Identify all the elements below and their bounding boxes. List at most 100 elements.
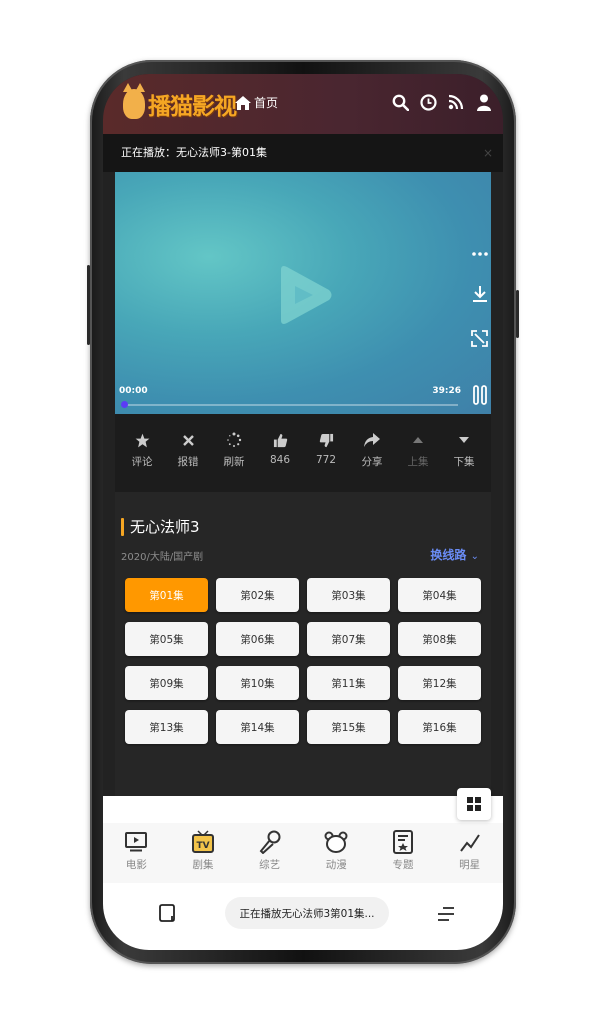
- bottom-nav: 电影 TV 剧集 综艺 动漫 专题 明星: [103, 788, 503, 884]
- episode-button[interactable]: 第07集: [307, 622, 390, 656]
- episode-button[interactable]: 第02集: [216, 578, 299, 612]
- volume-button: [87, 265, 90, 345]
- top-bar: 播猫影视 首页: [103, 74, 503, 134]
- chevron-down-icon: ⌄: [470, 551, 479, 562]
- cat-logo-icon: [123, 83, 145, 119]
- duration: 39:26: [432, 386, 461, 396]
- share-button[interactable]: 分享: [349, 414, 395, 492]
- progress-bar[interactable]: [121, 401, 458, 408]
- browser-bar: 正在播放无心法师3第01集...: [103, 884, 503, 950]
- episode-button[interactable]: 第15集: [307, 710, 390, 744]
- episode-button[interactable]: 第08集: [398, 622, 481, 656]
- refresh-icon: [226, 432, 242, 448]
- nav-label: 剧集: [192, 859, 214, 871]
- svg-text:TV: TV: [196, 841, 209, 851]
- nav-item-topic[interactable]: 专题: [378, 823, 428, 883]
- thumbs-up-icon: [273, 432, 288, 448]
- next-episode-button[interactable]: 下集: [441, 414, 487, 492]
- windows-icon: [467, 797, 481, 811]
- nav-item-variety[interactable]: 综艺: [245, 823, 295, 883]
- episode-button[interactable]: 第11集: [307, 666, 390, 700]
- show-meta: 2020/大陆/国产剧: [121, 552, 204, 563]
- tv-icon: TV: [191, 829, 215, 855]
- now-playing-bar: 正在播放：无心法师3-第01集 ×: [103, 134, 503, 172]
- progress-handle[interactable]: [121, 401, 128, 408]
- episode-button[interactable]: 第16集: [398, 710, 481, 744]
- tabs-icon[interactable]: [159, 904, 177, 926]
- episode-button[interactable]: 第09集: [125, 666, 208, 700]
- menu-icon[interactable]: [437, 906, 455, 925]
- close-icon[interactable]: ×: [483, 134, 493, 172]
- download-icon[interactable]: [472, 285, 488, 307]
- nav-label: 动漫: [325, 859, 347, 871]
- now-playing-text: 正在播放：无心法师3-第01集: [121, 146, 267, 159]
- episode-panel: 无心法师3 2020/大陆/国产剧 换线路 ⌄ 第01集 第02集 第03集 第…: [115, 492, 491, 802]
- nav-item-stars[interactable]: 明星: [445, 823, 495, 883]
- microphone-icon: [259, 829, 281, 855]
- nav-item-series[interactable]: TV 剧集: [178, 823, 228, 883]
- like-count: 846: [269, 454, 291, 466]
- show-title-row: 无心法师3: [121, 516, 200, 537]
- refresh-button[interactable]: 刷新: [211, 414, 257, 492]
- share-icon: [364, 432, 380, 448]
- episode-button[interactable]: 第04集: [398, 578, 481, 612]
- video-player[interactable]: 00:00 39:26: [115, 172, 491, 414]
- phone-screen: 播猫影视 首页 正在播放：无心法师3-第01集 × 00:00 39:26 评论…: [103, 74, 503, 950]
- user-icon[interactable]: [475, 93, 493, 111]
- nav-label: 电影: [125, 859, 147, 871]
- comment-button[interactable]: 评论: [119, 414, 165, 492]
- star-icon: [135, 432, 150, 448]
- dislike-button[interactable]: 772: [303, 414, 349, 492]
- action-label: 上集: [407, 456, 429, 468]
- episode-button[interactable]: 第12集: [398, 666, 481, 700]
- logo-text: 播猫影视: [148, 93, 237, 120]
- action-label: 分享: [361, 456, 383, 468]
- bear-icon: [324, 829, 348, 855]
- action-label: 下集: [453, 456, 475, 468]
- home-link[interactable]: 首页: [235, 94, 278, 111]
- star-trend-icon: [459, 829, 481, 855]
- play-logo-icon[interactable]: [273, 264, 335, 326]
- episode-button[interactable]: 第13集: [125, 710, 208, 744]
- episode-button-active[interactable]: 第01集: [125, 578, 208, 612]
- nav-label: 明星: [459, 859, 481, 871]
- movie-icon: [125, 829, 148, 855]
- switch-line-label: 换线路: [430, 548, 467, 562]
- history-icon[interactable]: [419, 93, 437, 111]
- address-pill[interactable]: 正在播放无心法师3第01集...: [225, 897, 389, 929]
- switch-line-button[interactable]: 换线路 ⌄: [430, 546, 479, 563]
- prev-episode-button[interactable]: 上集: [395, 414, 441, 492]
- episode-button[interactable]: 第14集: [216, 710, 299, 744]
- pause-icon[interactable]: [472, 385, 488, 409]
- search-icon[interactable]: [391, 93, 409, 111]
- home-label: 首页: [254, 96, 279, 110]
- episode-grid: 第01集 第02集 第03集 第04集 第05集 第06集 第07集 第08集 …: [125, 578, 481, 744]
- home-icon: [235, 95, 251, 110]
- action-label: 评论: [131, 456, 153, 468]
- episode-button[interactable]: 第10集: [216, 666, 299, 700]
- current-time: 00:00: [119, 386, 148, 396]
- site-logo[interactable]: 播猫影视: [123, 83, 237, 124]
- caret-down-icon: [459, 432, 469, 448]
- windows-float-button[interactable]: [457, 788, 491, 820]
- episode-button[interactable]: 第06集: [216, 622, 299, 656]
- topic-icon: [392, 829, 413, 855]
- more-icon[interactable]: [472, 242, 488, 261]
- episode-button[interactable]: 第05集: [125, 622, 208, 656]
- action-label: 刷新: [223, 456, 245, 468]
- address-text: 正在播放无心法师3第01集...: [239, 907, 375, 920]
- rss-icon[interactable]: [447, 93, 465, 111]
- title-accent-bar: [121, 517, 124, 536]
- caret-up-icon: [413, 432, 423, 448]
- action-label: 报错: [177, 456, 199, 468]
- nav-item-anime[interactable]: 动漫: [311, 823, 361, 883]
- header-icons: [391, 93, 493, 111]
- nav-label: 综艺: [259, 859, 281, 871]
- episode-button[interactable]: 第03集: [307, 578, 390, 612]
- fullscreen-icon[interactable]: [471, 330, 488, 351]
- like-button[interactable]: 846: [257, 414, 303, 492]
- report-button[interactable]: 报错: [165, 414, 211, 492]
- action-bar: 评论 报错 刷新 846 772 分享 上集 下集: [115, 414, 491, 492]
- close-icon: [182, 432, 194, 448]
- nav-item-movie[interactable]: 电影: [111, 823, 161, 883]
